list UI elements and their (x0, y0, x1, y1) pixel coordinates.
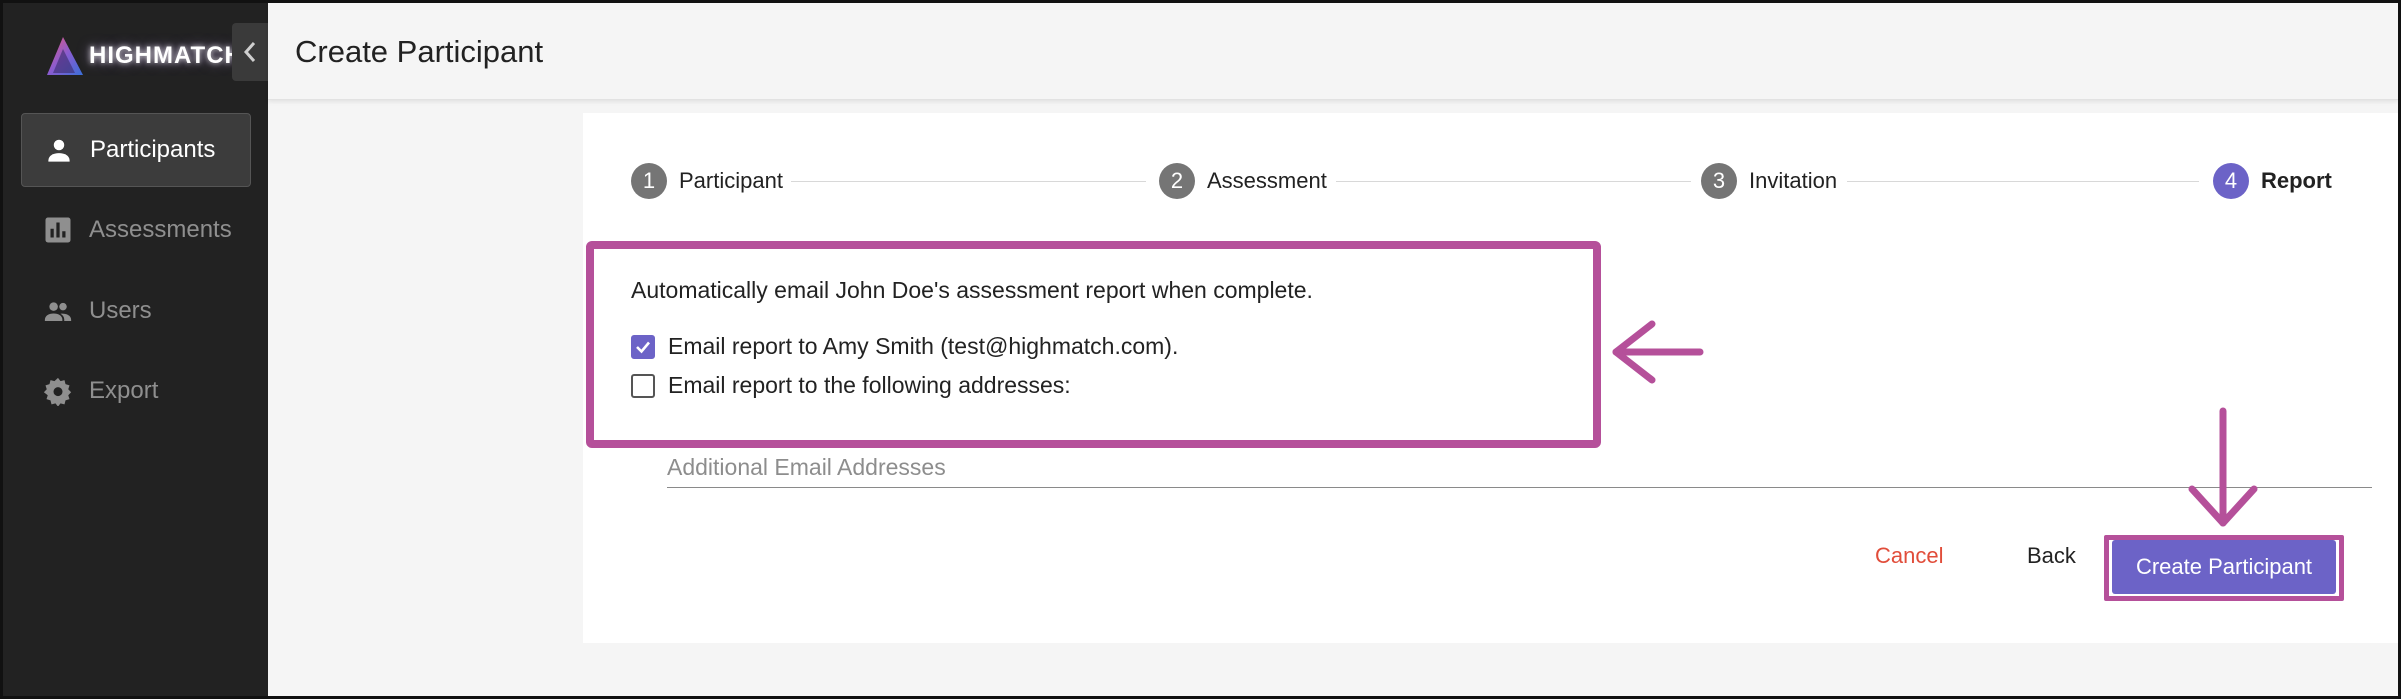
brand-name: HIGHMATCH (89, 42, 243, 69)
checkmark-icon (636, 341, 650, 353)
email-addresses-option[interactable]: Email report to the following addresses: (631, 372, 1071, 399)
step-number: 1 (631, 163, 667, 199)
group-icon (44, 302, 72, 321)
step-label: Participant (679, 168, 783, 193)
sidebar: HIGHMATCH Participants Assessments Users… (3, 3, 268, 696)
sidebar-item-label: Export (89, 377, 159, 404)
step-number: 3 (1701, 163, 1737, 199)
page-title: Create Participant (295, 34, 544, 69)
report-options: Automatically email John Doe's assessmen… (583, 241, 1593, 446)
back-button[interactable]: Back (2027, 543, 2076, 569)
brand-logo: HIGHMATCH (45, 33, 243, 79)
create-participant-card: 1 Participant 2 Assessment 3 Invitation … (583, 113, 2398, 643)
step-label: Invitation (1749, 168, 1838, 193)
email-owner-checkbox[interactable] (631, 334, 655, 359)
step-participant[interactable]: 1 Participant (631, 161, 783, 201)
bar-chart-icon (45, 217, 71, 243)
report-intro-text: Automatically email John Doe's assessmen… (631, 277, 1313, 303)
chevron-left-icon (243, 42, 256, 62)
sidebar-item-users[interactable]: Users (21, 274, 251, 348)
sidebar-item-label: Users (89, 297, 152, 324)
stepper-connector (791, 181, 1146, 182)
step-number: 2 (1159, 163, 1195, 199)
email-addresses-checkbox[interactable] (631, 373, 655, 398)
person-icon (48, 139, 70, 162)
step-invitation[interactable]: 3 Invitation (1701, 161, 1837, 201)
email-addresses-label: Email report to the following addresses: (668, 372, 1071, 398)
stepper-connector (1336, 181, 1691, 182)
stepper-connector (1847, 181, 2199, 182)
step-label: Report (2261, 168, 2332, 193)
app-window: HIGHMATCH Participants Assessments Users… (0, 0, 2401, 699)
collapse-sidebar-button[interactable] (232, 23, 268, 81)
sidebar-item-label: Assessments (89, 216, 232, 243)
step-number: 4 (2213, 163, 2249, 199)
gear-icon (43, 377, 72, 406)
logo-triangle-icon (47, 37, 83, 75)
step-report[interactable]: 4 Report (2213, 161, 2332, 201)
email-owner-label: Email report to Amy Smith (test@highmatc… (668, 333, 1179, 359)
step-assessment[interactable]: 2 Assessment (1159, 161, 1327, 201)
cancel-button[interactable]: Cancel (1875, 543, 1943, 569)
sidebar-item-assessments[interactable]: Assessments (21, 193, 251, 267)
sidebar-item-participants[interactable]: Participants (21, 113, 251, 187)
step-label: Assessment (1207, 168, 1327, 193)
sidebar-item-label: Participants (90, 136, 216, 163)
additional-email-input[interactable] (667, 448, 2372, 488)
page-header: Create Participant (268, 3, 2398, 100)
email-owner-option[interactable]: Email report to Amy Smith (test@highmatc… (631, 333, 1178, 360)
create-participant-button[interactable]: Create Participant (2112, 540, 2336, 594)
sidebar-item-export[interactable]: Export (21, 354, 251, 428)
